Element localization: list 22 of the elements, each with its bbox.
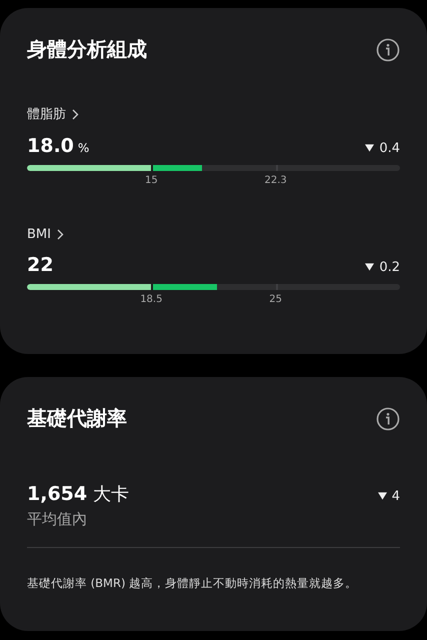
bmr-value: 1,654 [27,483,88,505]
info-icon[interactable] [376,406,400,430]
tick-label: 25 [269,294,282,305]
metric-link[interactable]: BMI [27,227,64,242]
card-title: 身體分析組成 [27,36,147,63]
status-text: 平均值內 [27,510,88,529]
info-icon[interactable] [376,38,400,62]
chevron-right-icon [56,229,64,240]
change-value: 0.4 [379,140,400,156]
unit-label: 大卡 [93,483,130,506]
description-text: 基礎代謝率 (BMR) 越高，身體靜止不動時消耗的熱量就越多。 [27,576,358,591]
change-value: 4 [392,488,400,504]
change-value: 0.2 [379,260,400,274]
unit-label: % [78,141,90,155]
chevron-right-icon [72,108,79,120]
tick-label: 15 [144,175,158,186]
tick-label: 22.3 [264,175,287,186]
tick-label: 18.5 [140,294,162,305]
metric-value: 22 [27,254,54,276]
metric-link[interactable]: 體脂肪 [27,105,79,123]
metric-value: 18.0 [27,135,74,157]
card-title: 基礎代謝率 [27,405,127,432]
